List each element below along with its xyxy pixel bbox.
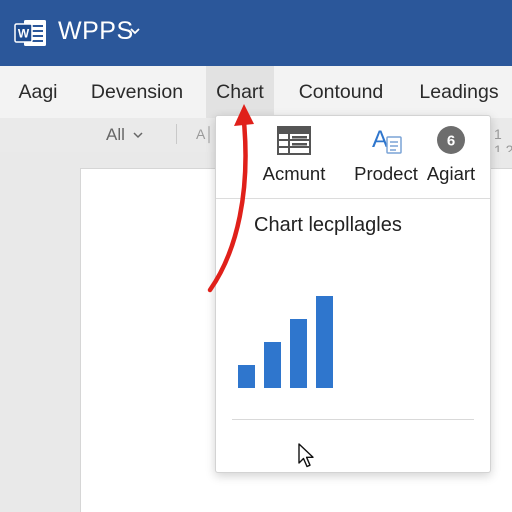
prodect-button[interactable]: A Prodect	[340, 121, 432, 197]
app-icon-letter: W	[18, 27, 30, 41]
bar-chart-template[interactable]	[236, 292, 340, 390]
agiart-label: Agiart	[426, 163, 476, 184]
chevron-down-icon[interactable]	[128, 24, 142, 38]
tab-aagi[interactable]: Aagi	[6, 66, 70, 118]
divider	[216, 198, 490, 199]
badge-glyph: 6	[447, 133, 455, 150]
tab-contound[interactable]: Contound	[288, 66, 394, 118]
tab-devension[interactable]: Devension	[84, 66, 190, 118]
chevron-down-icon	[133, 132, 143, 139]
acmunt-button[interactable]: Acmunt	[254, 121, 334, 197]
filter-select[interactable]: All	[106, 123, 144, 147]
word-app-icon[interactable]: W	[14, 18, 48, 48]
divider	[232, 419, 474, 420]
app-title[interactable]: WPPS	[58, 17, 134, 46]
title-bar: W WPPS	[0, 0, 512, 66]
tab-chart[interactable]: Chart	[206, 66, 274, 118]
tab-leadings[interactable]: Leadings	[410, 66, 508, 118]
prodect-label: Prodect	[354, 163, 418, 184]
agiart-button[interactable]: 6 Agiart	[420, 121, 482, 197]
chart-dropdown-panel: Acmunt A Prodect 6 Agiart Chart lecpllag…	[215, 115, 491, 473]
chart-bar	[238, 365, 255, 388]
toolbar-fragment-left: A│	[196, 126, 215, 142]
filter-select-value: All	[106, 125, 125, 144]
acmunt-label: Acmunt	[262, 163, 326, 184]
table-icon	[275, 121, 313, 159]
text-format-icon: A	[367, 121, 405, 159]
mouse-pointer-icon	[298, 443, 314, 468]
circle-badge-icon: 6	[432, 121, 470, 159]
ribbon-tab-bar: Aagi Devension Chart Contound Leadings	[0, 66, 512, 118]
svg-text:A: A	[372, 126, 388, 153]
chart-bar	[290, 319, 307, 388]
chart-templates-heading: Chart lecpllagles	[254, 214, 402, 236]
toolbar-divider	[176, 124, 177, 144]
chart-bar	[264, 342, 281, 388]
chart-bar	[316, 296, 333, 388]
